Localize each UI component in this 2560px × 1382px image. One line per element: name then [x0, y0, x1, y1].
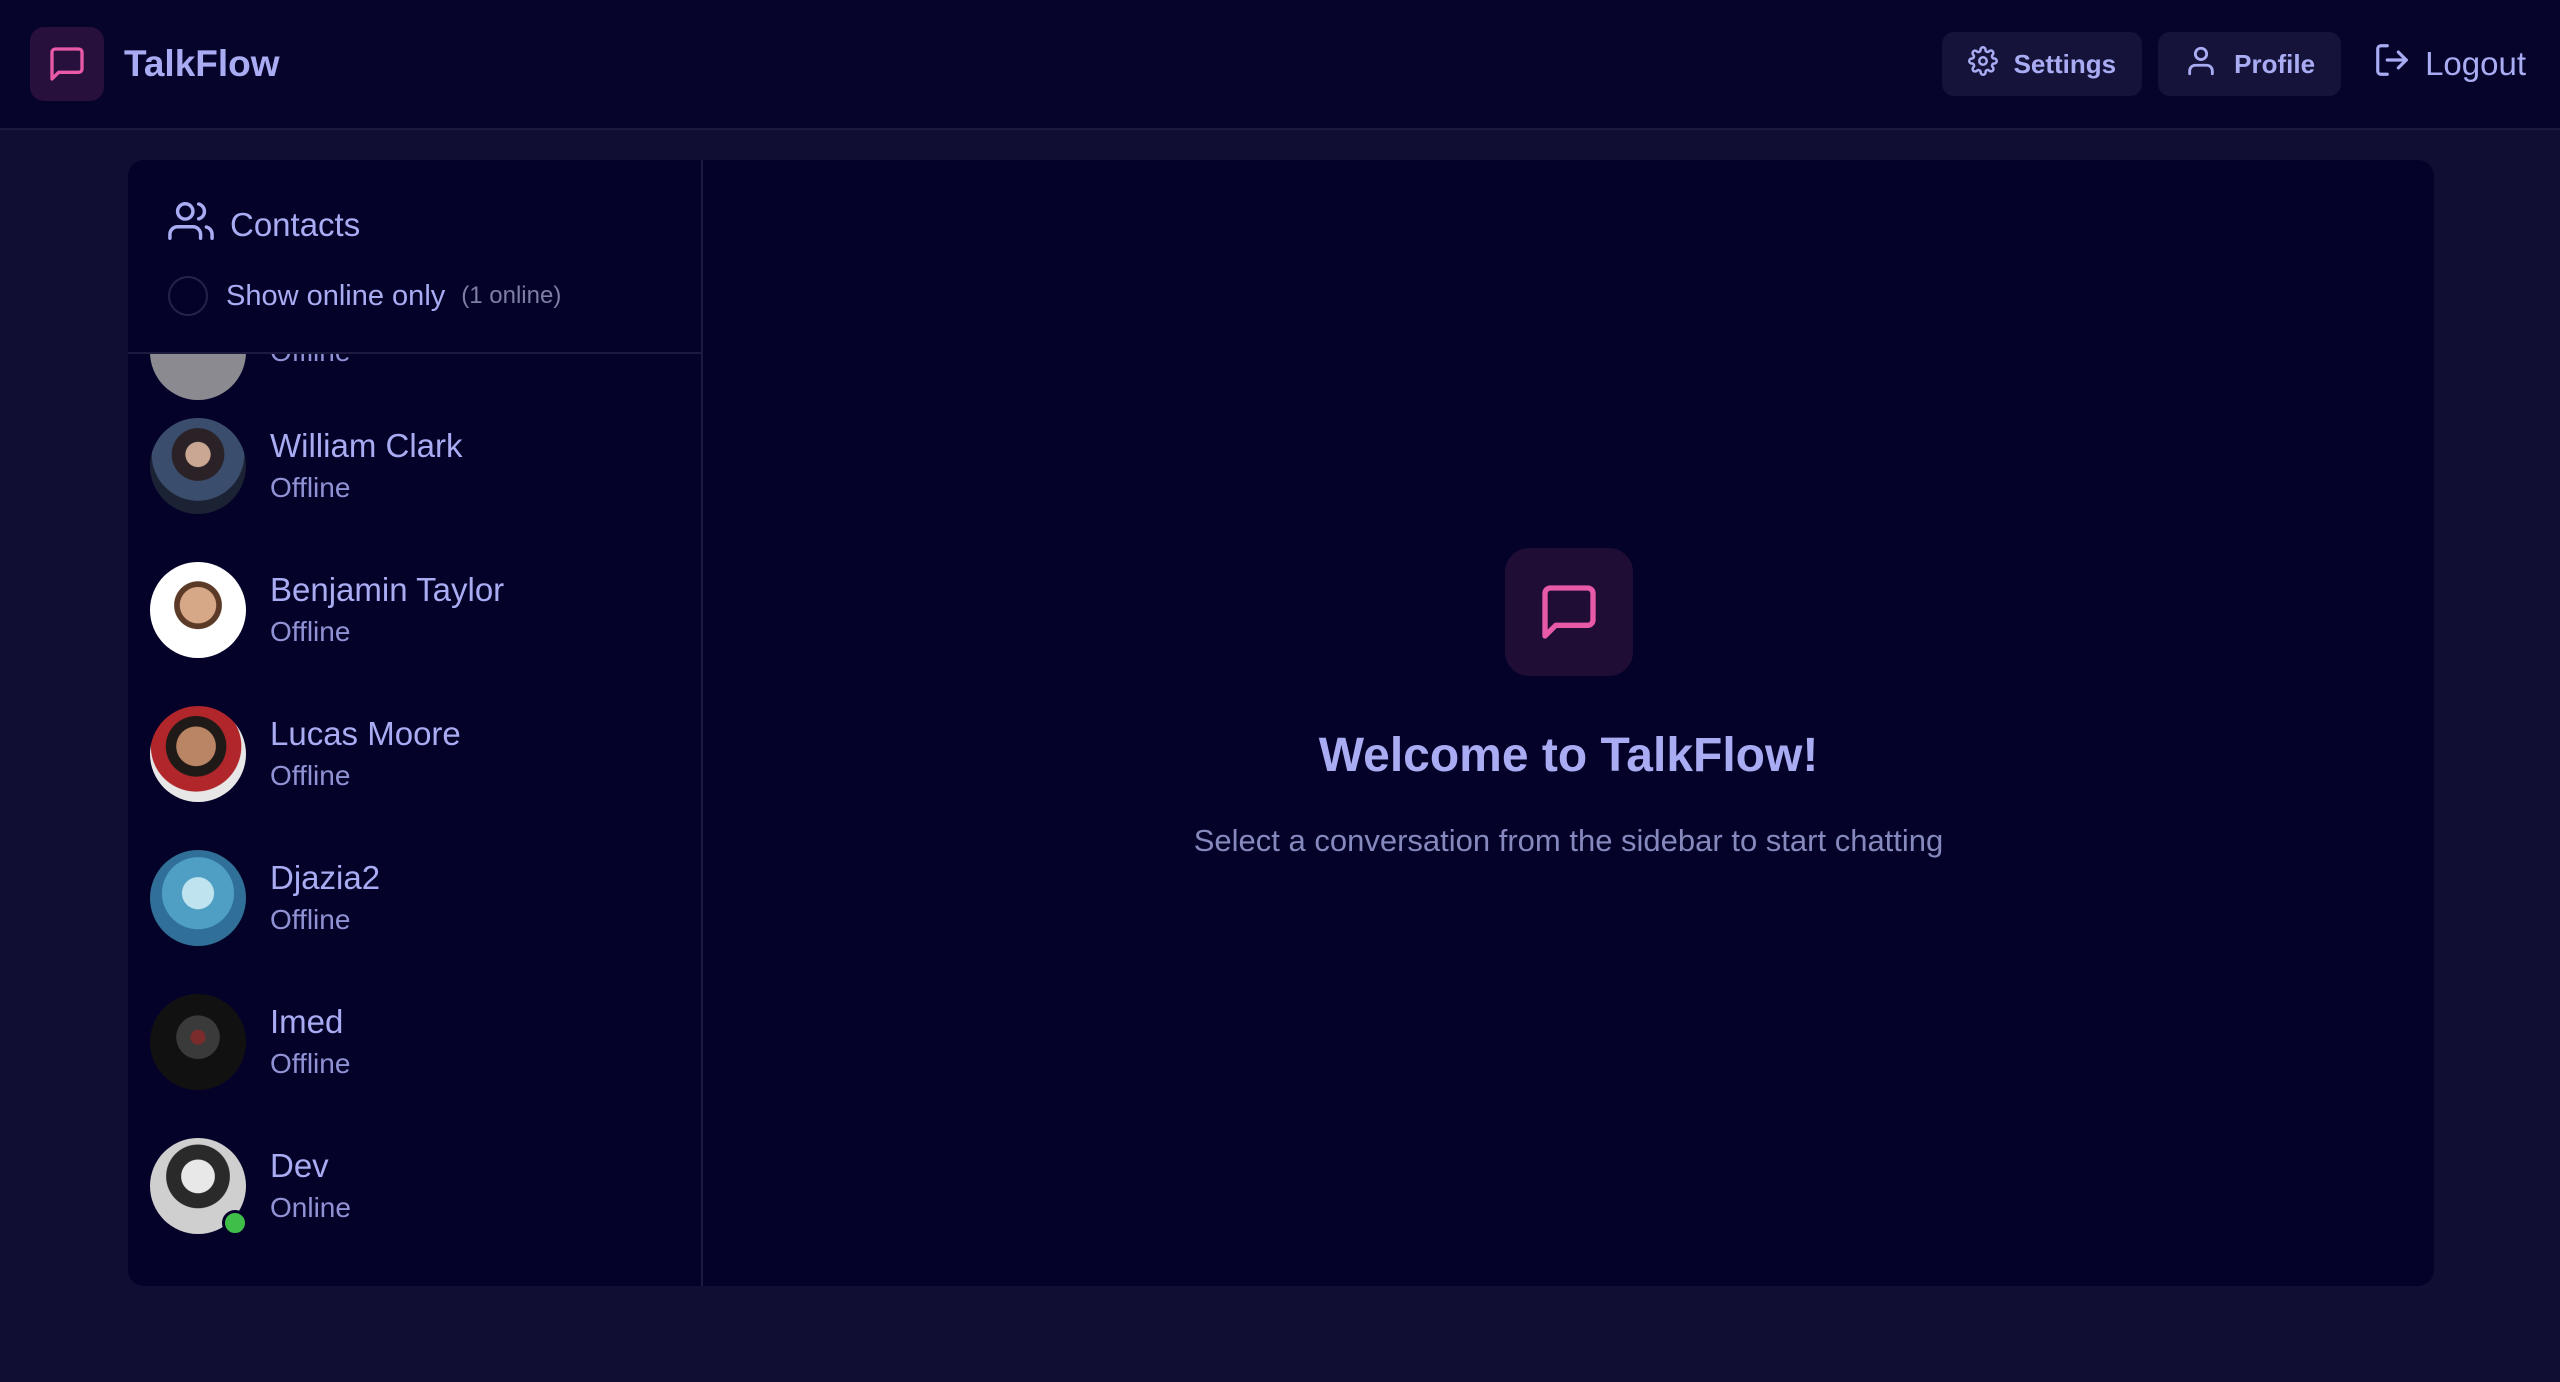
contact-info: Dev Online — [270, 1144, 351, 1228]
message-square-icon — [30, 27, 104, 101]
contact-item-lucas-moore[interactable]: Lucas Moore Offline — [150, 694, 461, 814]
contact-item-djazia2[interactable]: Djazia2 Offline — [150, 838, 380, 958]
contact-status: Online — [270, 1192, 351, 1223]
contact-name: Imed — [270, 1003, 344, 1040]
profile-label: Profile — [2234, 48, 2316, 79]
avatar — [150, 1138, 248, 1236]
welcome-subtitle: Select a conversation from the sidebar t… — [1193, 823, 1944, 858]
contact-name: Djazia2 — [270, 859, 381, 896]
contact-status: Offline — [270, 472, 351, 503]
contact-info: Imed Offline — [270, 1000, 350, 1084]
avatar — [150, 850, 246, 946]
online-indicator — [222, 1210, 248, 1236]
welcome-title: Welcome to TalkFlow! — [1318, 729, 1819, 782]
contact-name: Lucas Moore — [270, 715, 461, 752]
contact-item-benjamin-taylor[interactable]: Benjamin Taylor Offline — [150, 550, 504, 670]
gear-icon — [1967, 45, 1998, 83]
contact-status: Offline — [270, 760, 351, 791]
chat-area: Welcome to TalkFlow! Select a conversati… — [703, 160, 2434, 1286]
contact-status: Offline — [270, 904, 351, 935]
online-only-checkbox[interactable] — [168, 276, 208, 316]
contact-item-dev[interactable]: Dev Online — [150, 1126, 351, 1246]
contact-info: Lucas Moore Offline — [270, 712, 461, 796]
contact-item-partial[interactable]: Offline — [150, 354, 350, 412]
contact-item-william-clark[interactable]: William Clark Offline — [150, 406, 463, 526]
welcome-panel: Welcome to TalkFlow! Select a conversati… — [703, 548, 2434, 859]
contacts-heading: Contacts — [168, 198, 701, 252]
logout-button[interactable]: Logout — [2357, 41, 2530, 87]
avatar — [150, 354, 246, 400]
user-icon — [2184, 44, 2218, 85]
online-filter: Show online only (1 online) — [168, 276, 701, 316]
contacts-title: Contacts — [230, 206, 361, 243]
contact-info: Benjamin Taylor Offline — [270, 568, 504, 652]
contact-name: Benjamin Taylor — [270, 571, 505, 608]
online-only-label[interactable]: Show online only — [226, 280, 445, 313]
settings-label: Settings — [2013, 48, 2117, 79]
message-square-icon — [1504, 548, 1633, 676]
avatar — [150, 418, 246, 514]
brand[interactable]: TalkFlow — [30, 27, 280, 101]
avatar — [150, 562, 246, 658]
contact-name: William Clark — [270, 427, 463, 464]
contact-name: Dev — [270, 1147, 329, 1184]
contact-status: Offline — [270, 1048, 351, 1079]
users-icon — [168, 198, 214, 252]
chat-container: Contacts Show online only (1 online) Off… — [128, 160, 2434, 1286]
contact-info: Djazia2 Offline — [270, 856, 380, 940]
avatar — [150, 706, 246, 802]
contact-list[interactable]: Offline William Clark Offline Benjamin T… — [128, 354, 701, 1286]
settings-button[interactable]: Settings — [1941, 32, 2143, 96]
sidebar-header: Contacts Show online only (1 online) — [128, 160, 701, 354]
avatar — [150, 994, 246, 1090]
top-navbar: TalkFlow Settings Profile Logout — [0, 0, 2560, 130]
contact-info: Offline — [270, 354, 350, 372]
brand-name: TalkFlow — [124, 43, 280, 84]
contact-status: Offline — [270, 354, 350, 372]
contact-item-imed[interactable]: Imed Offline — [150, 982, 350, 1102]
nav-actions: Settings Profile Logout — [1941, 32, 2530, 96]
contacts-sidebar: Contacts Show online only (1 online) Off… — [128, 160, 703, 1286]
contact-status: Offline — [270, 616, 351, 647]
logout-label: Logout — [2425, 45, 2526, 82]
online-count: (1 online) — [461, 282, 562, 309]
logout-icon — [2373, 41, 2411, 87]
profile-button[interactable]: Profile — [2158, 32, 2342, 96]
contact-info: William Clark Offline — [270, 424, 463, 508]
